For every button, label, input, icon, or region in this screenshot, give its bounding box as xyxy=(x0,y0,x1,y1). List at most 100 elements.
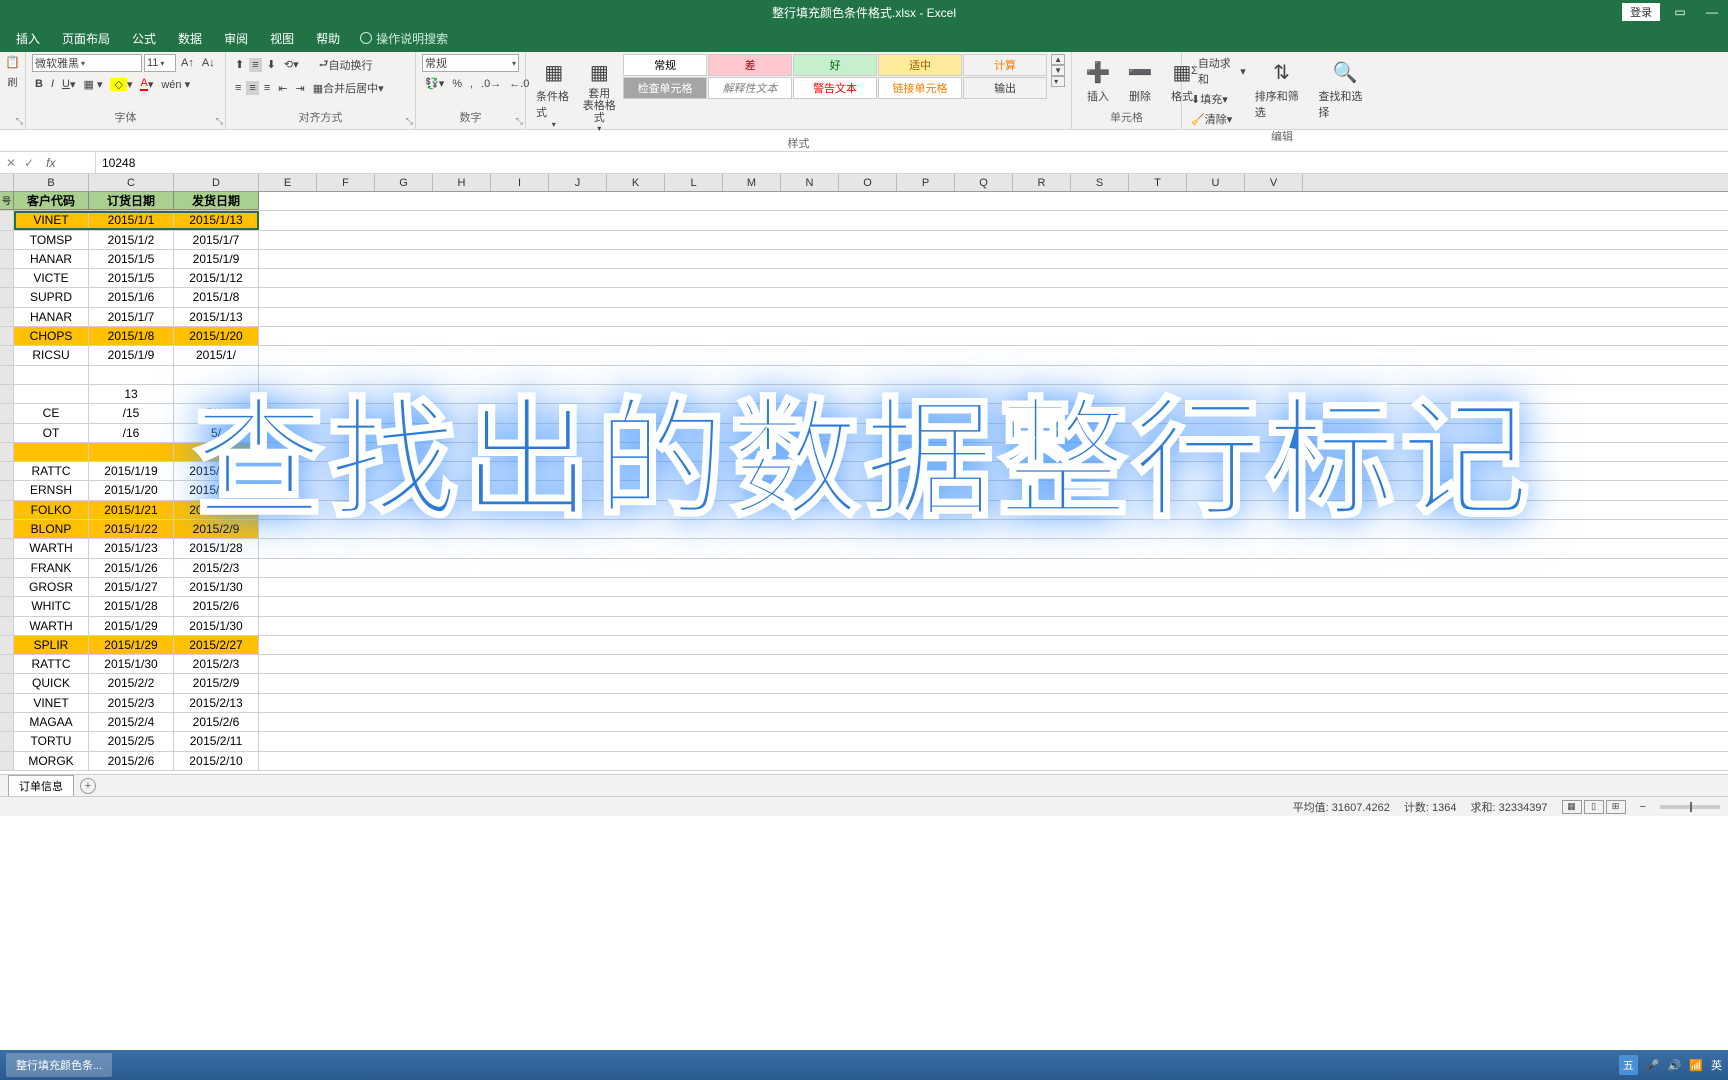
gallery-more-icon[interactable]: ▾ xyxy=(1051,76,1065,87)
formula-input[interactable]: 10248 xyxy=(96,156,1728,170)
add-sheet-icon[interactable]: + xyxy=(80,778,96,794)
style-好[interactable]: 好 xyxy=(793,54,877,76)
italic-button[interactable]: I xyxy=(48,77,57,91)
table-row[interactable]: WHITC2015/1/282015/2/6 xyxy=(0,597,1728,616)
fx-icon[interactable]: fx xyxy=(42,156,59,170)
table-format-button[interactable]: ▦ 套用 表格格式▾ xyxy=(578,54,622,135)
wrap-text-button[interactable]: ⮐ 自动换行 xyxy=(316,54,376,75)
table-row[interactable]: FOLKO2015/1/212015/2/20 xyxy=(0,501,1728,520)
col-V[interactable]: V xyxy=(1245,174,1303,191)
sort-filter-button[interactable]: ⇅排序和筛选 xyxy=(1251,54,1313,122)
delete-cells-button[interactable]: ➖删除 xyxy=(1120,54,1160,106)
table-row[interactable]: MAGAA2015/2/42015/2/6 xyxy=(0,713,1728,732)
style-差[interactable]: 差 xyxy=(708,54,792,76)
col-H[interactable]: H xyxy=(433,174,491,191)
table-row[interactable]: CHOPS2015/1/82015/1/20 xyxy=(0,327,1728,346)
minimize-icon[interactable]: — xyxy=(1700,5,1724,19)
mic-icon[interactable]: 🎤 xyxy=(1646,1059,1660,1072)
col-R[interactable]: R xyxy=(1013,174,1071,191)
conditional-format-button[interactable]: ▦ 条件格式▾ xyxy=(532,54,576,131)
style-常规[interactable]: 常规 xyxy=(623,54,707,76)
font-color-button[interactable]: A▾ xyxy=(137,76,156,92)
col-Q[interactable]: Q xyxy=(955,174,1013,191)
align-top-icon[interactable]: ⬆ xyxy=(232,57,247,72)
gallery-down-icon[interactable]: ▼ xyxy=(1051,65,1065,76)
table-row[interactable]: CE/155/1/ xyxy=(0,404,1728,423)
table-row[interactable]: TORTU2015/2/52015/2/11 xyxy=(0,732,1728,751)
enter-formula-icon[interactable]: ✓ xyxy=(24,156,34,170)
table-row[interactable]: SUPRD2015/1/62015/1/8 xyxy=(0,288,1728,307)
table-row[interactable]: ERNSH2015/1/202015/1/28 xyxy=(0,481,1728,500)
tab-formulas[interactable]: 公式 xyxy=(130,26,158,51)
col-I[interactable]: I xyxy=(491,174,549,191)
tab-data[interactable]: 数据 xyxy=(176,26,204,51)
table-row[interactable]: RICSU2015/1/92015/1/ xyxy=(0,346,1728,365)
table-row[interactable]: WARTH2015/1/232015/1/28 xyxy=(0,539,1728,558)
cancel-formula-icon[interactable]: ✕ xyxy=(6,156,16,170)
table-row[interactable]: VINET2015/1/12015/1/13 xyxy=(0,211,1728,230)
table-row[interactable]: QUICK2015/2/22015/2/9 xyxy=(0,674,1728,693)
lang-icon[interactable]: 英 xyxy=(1711,1057,1722,1073)
page-layout-icon[interactable]: ▯ xyxy=(1584,800,1604,814)
table-row[interactable]: WARTH2015/1/292015/1/30 xyxy=(0,617,1728,636)
font-launcher-icon[interactable]: ⤡ xyxy=(216,116,223,127)
ribbon-display-icon[interactable]: ▭ xyxy=(1668,5,1692,19)
paste-icon[interactable]: 📋 xyxy=(5,54,21,70)
sheet-tab[interactable]: 订单信息 xyxy=(8,775,74,796)
table-row[interactable] xyxy=(0,443,1728,462)
style-检查单元格[interactable]: 检查单元格 xyxy=(623,77,707,99)
table-row[interactable]: 13 xyxy=(0,385,1728,404)
fill-color-button[interactable]: ◇▾ xyxy=(107,77,135,92)
col-C[interactable]: C xyxy=(89,174,174,191)
table-row[interactable]: MORGK2015/2/62015/2/10 xyxy=(0,752,1728,771)
indent-increase-icon[interactable]: ⇥ xyxy=(292,81,307,96)
table-row[interactable]: SPLIR2015/1/292015/2/27 xyxy=(0,636,1728,655)
phonetic-button[interactable]: wén ▾ xyxy=(158,77,193,92)
col-K[interactable]: K xyxy=(607,174,665,191)
network-icon[interactable]: 📶 xyxy=(1689,1059,1703,1072)
spreadsheet-grid[interactable]: B C D EFGHIJKLMNOPQRSTUV 号 客户代码 订货日期 发货日… xyxy=(0,174,1728,774)
table-row[interactable]: HANAR2015/1/52015/1/9 xyxy=(0,250,1728,269)
tab-view[interactable]: 视图 xyxy=(268,26,296,51)
autosum-button[interactable]: Σ 自动求和 ▾ xyxy=(1188,54,1249,88)
style-链接单元格[interactable]: 链接单元格 xyxy=(878,77,962,99)
table-row[interactable]: OT/165/ xyxy=(0,424,1728,443)
normal-view-icon[interactable]: ▦ xyxy=(1562,800,1582,814)
font-size-select[interactable]: 11▾ xyxy=(144,54,176,72)
orientation-icon[interactable]: ⟲▾ xyxy=(281,57,302,72)
table-row[interactable]: TOMSP2015/1/22015/1/7 xyxy=(0,231,1728,250)
align-bottom-icon[interactable]: ⬇ xyxy=(264,57,279,72)
fill-button[interactable]: ⬇ 填充 ▾ xyxy=(1188,90,1249,108)
page-break-icon[interactable]: ⊞ xyxy=(1606,800,1626,814)
decrease-font-icon[interactable]: A↓ xyxy=(199,56,218,70)
align-launcher-icon[interactable]: ⤡ xyxy=(406,116,413,127)
comma-icon[interactable]: , xyxy=(467,77,476,91)
table-row[interactable]: HANAR2015/1/72015/1/13 xyxy=(0,308,1728,327)
login-button[interactable]: 登录 xyxy=(1622,3,1660,21)
tell-me[interactable]: 操作说明搜索 xyxy=(360,30,448,47)
number-launcher-icon[interactable]: ⤡ xyxy=(516,116,523,127)
font-name-select[interactable]: 微软雅黑▾ xyxy=(32,54,142,72)
currency-icon[interactable]: 💱▾ xyxy=(422,76,447,91)
table-row[interactable]: RATTC2015/1/302015/2/3 xyxy=(0,655,1728,674)
border-button[interactable]: ▦ ▾ xyxy=(81,77,106,92)
align-right-icon[interactable]: ≡ xyxy=(261,81,273,95)
indent-decrease-icon[interactable]: ⇤ xyxy=(275,81,290,96)
table-row[interactable]: VICTE2015/1/52015/1/12 xyxy=(0,269,1728,288)
zoom-slider[interactable] xyxy=(1660,805,1720,809)
gallery-up-icon[interactable]: ▲ xyxy=(1051,54,1065,65)
col-T[interactable]: T xyxy=(1129,174,1187,191)
tab-help[interactable]: 帮助 xyxy=(314,26,342,51)
col-N[interactable]: N xyxy=(781,174,839,191)
style-警告文本[interactable]: 警告文本 xyxy=(793,77,877,99)
merge-button[interactable]: ▦ 合并后居中 ▾ xyxy=(310,79,387,97)
style-gallery[interactable]: 常规差好适中计算检查单元格解释性文本警告文本链接单元格输出 xyxy=(623,54,1047,99)
select-all-corner[interactable] xyxy=(0,174,14,191)
align-center-icon[interactable]: ≡ xyxy=(246,81,258,95)
style-计算[interactable]: 计算 xyxy=(963,54,1047,76)
tab-insert[interactable]: 插入 xyxy=(14,26,42,51)
table-row[interactable]: GROSR2015/1/272015/1/30 xyxy=(0,578,1728,597)
table-row[interactable] xyxy=(0,366,1728,385)
ime-icon[interactable]: 五 xyxy=(1619,1055,1638,1075)
percent-icon[interactable]: % xyxy=(449,77,465,91)
